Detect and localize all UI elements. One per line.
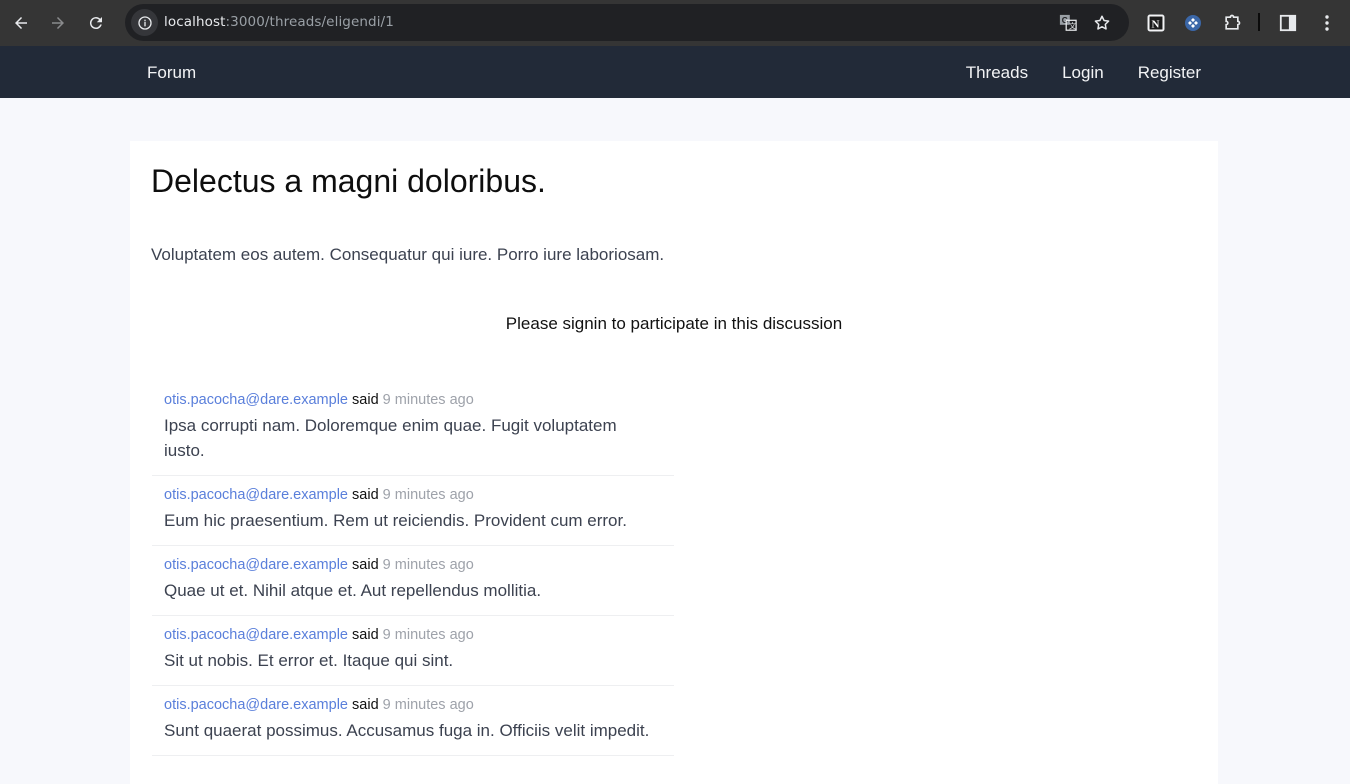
reply-body: Eum hic praesentium. Rem ut reiciendis. … [164, 511, 627, 530]
address-bar[interactable]: localhost:3000/threads/eligendi/1 G文 [125, 4, 1129, 41]
url-path: :3000/threads/eligendi/1 [225, 14, 394, 30]
reply-said-label: said [352, 697, 379, 713]
reply-author-link[interactable]: otis.pacocha@dare.example [164, 697, 348, 713]
reply-item: otis.pacocha@dare.example said 9 minutes… [152, 381, 674, 476]
reply-body: Sit ut nobis. Et error et. Itaque qui si… [164, 651, 454, 670]
extensions-puzzle-icon [1225, 14, 1241, 30]
back-icon [15, 17, 27, 29]
brand-link[interactable]: Forum [147, 63, 196, 83]
thread-title: Delectus a magni doloribus. [151, 163, 546, 199]
reply-meta: otis.pacocha@dare.example said 9 minutes… [164, 696, 662, 714]
reply-said-label: said [352, 557, 379, 573]
nav-link-threads[interactable]: Threads [966, 63, 1028, 83]
reply-item: otis.pacocha@dare.example said 9 minutes… [152, 476, 674, 546]
more-menu-icon [1325, 15, 1329, 31]
reply-timestamp: 9 minutes ago [382, 697, 474, 713]
nav-link-login[interactable]: Login [1062, 63, 1104, 83]
reply-said-label: said [352, 627, 379, 643]
more-menu-button[interactable] [1315, 11, 1339, 35]
reply-timestamp: 9 minutes ago [382, 392, 474, 408]
signin-notice: Please signin to participate in this dis… [505, 314, 843, 333]
reply-meta: otis.pacocha@dare.example said 9 minutes… [164, 626, 662, 644]
forward-icon [52, 17, 64, 29]
bookmark-button[interactable] [1092, 13, 1112, 33]
reply-said-label: said [352, 487, 379, 503]
notion-extension-button[interactable]: N [1144, 11, 1168, 35]
side-panel-icon [1279, 14, 1297, 32]
svg-text:N: N [1152, 19, 1160, 31]
reply-author-link[interactable]: otis.pacocha@dare.example [164, 392, 348, 408]
back-button[interactable] [8, 10, 34, 36]
reply-list: otis.pacocha@dare.example said 9 minutes… [152, 381, 674, 756]
reply-timestamp: 9 minutes ago [382, 627, 474, 643]
reply-body: Ipsa corrupti nam. Doloremque enim quae.… [164, 416, 617, 460]
url-text[interactable]: localhost:3000/threads/eligendi/1 [164, 14, 394, 30]
reply-item: otis.pacocha@dare.example said 9 minutes… [152, 686, 674, 756]
nav-link-register[interactable]: Register [1138, 63, 1201, 83]
translate-icon: G文 [1059, 14, 1077, 31]
bookmark-star-icon [1094, 15, 1110, 30]
reply-item: otis.pacocha@dare.example said 9 minutes… [152, 546, 674, 616]
reload-icon [89, 17, 102, 30]
thread-card: Delectus a magni doloribus. Voluptatem e… [130, 141, 1218, 784]
notion-extension-icon: N [1147, 14, 1165, 32]
reply-timestamp: 9 minutes ago [382, 557, 474, 573]
reply-body: Sunt quaerat possimus. Accusamus fuga in… [164, 721, 650, 740]
translate-button[interactable]: G文 [1058, 13, 1078, 33]
reply-meta: otis.pacocha@dare.example said 9 minutes… [164, 486, 662, 504]
extensions-button[interactable] [1220, 11, 1244, 35]
site-info-button[interactable] [131, 9, 158, 36]
site-info-icon [137, 15, 152, 30]
browser-toolbar: localhost:3000/threads/eligendi/1 G文 N [0, 0, 1350, 46]
app-navbar: Forum Threads Login Register [0, 46, 1350, 98]
svg-text:文: 文 [1069, 21, 1076, 30]
reply-said-label: said [352, 392, 379, 408]
forward-button[interactable] [45, 10, 71, 36]
reply-author-link[interactable]: otis.pacocha@dare.example [164, 557, 348, 573]
nav-links: Threads Login Register [966, 63, 1201, 83]
reply-meta: otis.pacocha@dare.example said 9 minutes… [164, 556, 662, 574]
reply-body: Quae ut et. Nihil atque et. Aut repellen… [164, 581, 542, 600]
blue-extension-button[interactable] [1181, 11, 1205, 35]
toolbar-separator [1258, 13, 1260, 31]
reply-item: otis.pacocha@dare.example said 9 minutes… [152, 616, 674, 686]
reply-author-link[interactable]: otis.pacocha@dare.example [164, 487, 348, 503]
thread-body: Voluptatem eos autem. Consequatur qui iu… [151, 245, 665, 264]
reply-author-link[interactable]: otis.pacocha@dare.example [164, 627, 348, 643]
url-host: localhost [164, 14, 226, 30]
side-panel-button[interactable] [1276, 11, 1300, 35]
blue-extension-icon [1185, 15, 1201, 31]
reply-timestamp: 9 minutes ago [382, 487, 474, 503]
reply-meta: otis.pacocha@dare.example said 9 minutes… [164, 391, 662, 409]
reload-button[interactable] [83, 10, 109, 36]
